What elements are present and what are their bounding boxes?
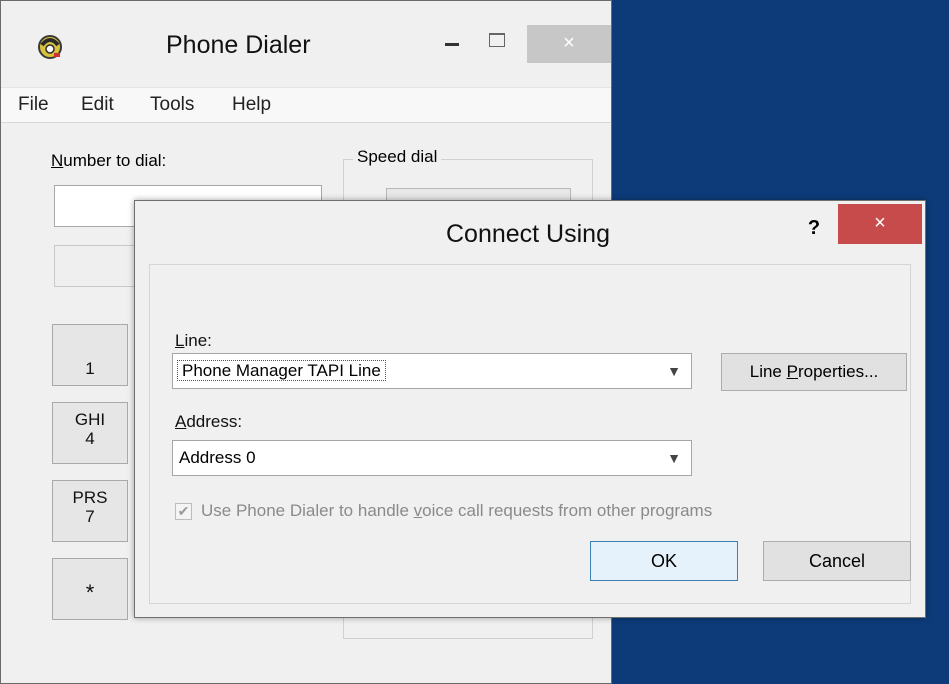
- close-button[interactable]: ×: [527, 25, 611, 63]
- checkmark-icon: ✔: [177, 503, 190, 519]
- keypad-key-7[interactable]: PRS 7: [52, 480, 128, 542]
- menu-file[interactable]: File: [18, 94, 49, 116]
- keypad-key-1[interactable]: 1: [52, 324, 128, 386]
- keypad-key-star[interactable]: *: [52, 558, 128, 620]
- menu-bar: File Edit Tools Help: [1, 87, 611, 123]
- title-bar[interactable]: Phone Dialer ×: [1, 1, 611, 87]
- maximize-button[interactable]: [479, 29, 519, 59]
- menu-tools[interactable]: Tools: [150, 94, 194, 116]
- key-digit: *: [85, 580, 95, 605]
- chevron-down-icon: ▼: [667, 450, 681, 466]
- phone-dialer-icon: [36, 33, 64, 61]
- address-label: Address:: [175, 412, 243, 431]
- dialog-close-button[interactable]: ×: [838, 204, 922, 244]
- voice-call-checkbox[interactable]: ✔: [175, 503, 192, 520]
- address-select-value: Address 0: [179, 448, 256, 467]
- dialog-title: Connect Using: [446, 220, 610, 248]
- key-digit: 1: [85, 359, 95, 378]
- speed-dial-label: Speed dial: [353, 147, 442, 167]
- key-digit: 4: [85, 429, 95, 448]
- address-select[interactable]: Address 0 ▼: [172, 440, 692, 476]
- key-digit: 7: [85, 507, 95, 526]
- key-letters: GHI: [74, 410, 106, 429]
- connect-using-dialog: Connect Using ? × Line: Phone Manager TA…: [134, 200, 926, 618]
- menu-help[interactable]: Help: [232, 94, 271, 116]
- menu-edit[interactable]: Edit: [81, 94, 114, 116]
- ok-button[interactable]: OK: [590, 541, 738, 581]
- number-to-dial-label: Number to dial:: [51, 151, 167, 170]
- line-properties-button[interactable]: Line Properties...: [721, 353, 907, 391]
- keypad-key-4[interactable]: GHI 4: [52, 402, 128, 464]
- chevron-down-icon: ▼: [667, 363, 681, 379]
- key-letters: PRS: [72, 488, 108, 507]
- line-select[interactable]: Phone Manager TAPI Line ▼: [172, 353, 692, 389]
- line-select-value: Phone Manager TAPI Line: [177, 360, 386, 381]
- voice-call-checkbox-label: Use Phone Dialer to handle voice call re…: [201, 501, 713, 520]
- window-title: Phone Dialer: [166, 31, 311, 59]
- help-button[interactable]: ?: [803, 213, 825, 243]
- minimize-button[interactable]: [431, 29, 471, 59]
- line-label: Line:: [175, 331, 212, 350]
- cancel-button[interactable]: Cancel: [763, 541, 911, 581]
